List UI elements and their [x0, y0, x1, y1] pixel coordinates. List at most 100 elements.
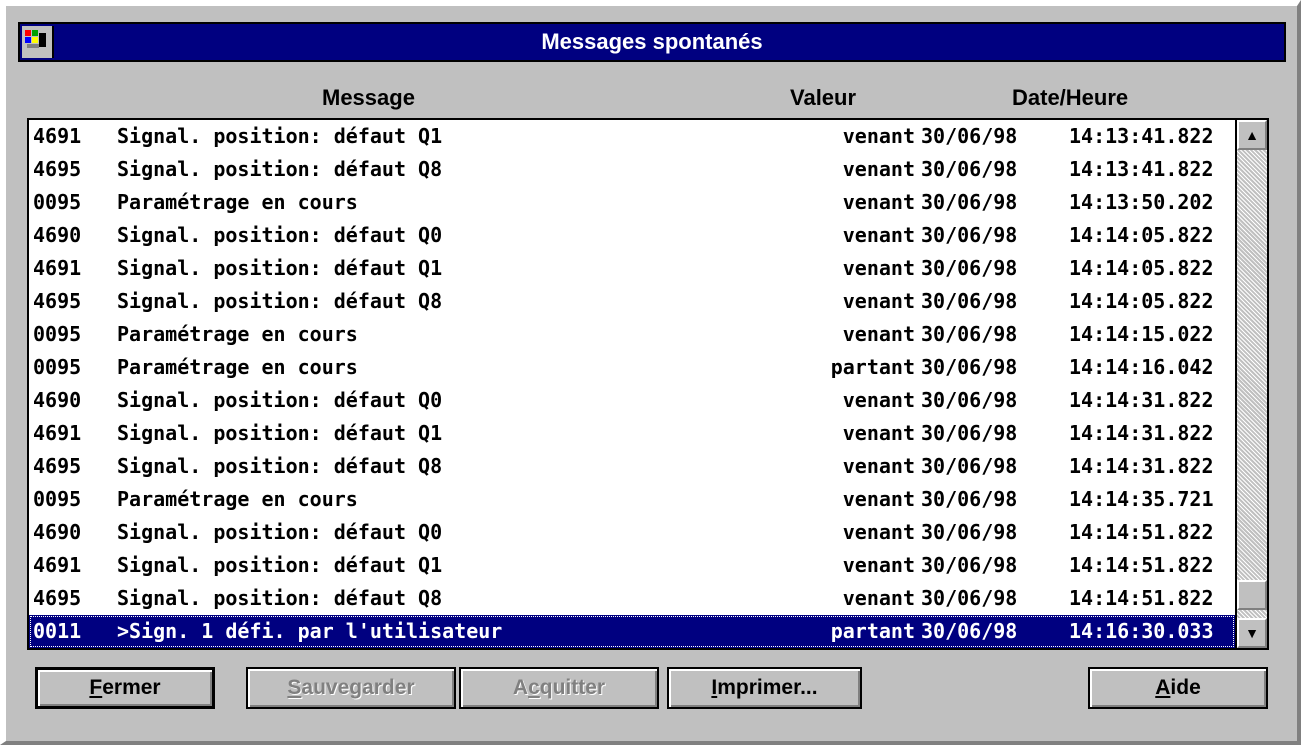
message-date: 30/06/98	[921, 289, 1018, 313]
list-item[interactable]: 4691 Signal. position: défaut Q1 venant 30/…	[29, 417, 1235, 450]
message-text: >Sign. 1 défi. par l'utilisateur	[117, 619, 503, 643]
scroll-thumb[interactable]	[1237, 580, 1267, 610]
message-valeur: venant	[842, 520, 915, 544]
message-text: Signal. position: défaut Q8	[117, 586, 443, 610]
message-valeur: venant	[842, 322, 915, 346]
message-valeur: partant	[830, 619, 915, 643]
message-code: 4695	[33, 586, 82, 610]
list-item[interactable]: 0011 >Sign. 1 défi. par l'utilisateur part…	[29, 615, 1235, 648]
vertical-scrollbar[interactable]: ▲ ▼	[1235, 120, 1267, 648]
imprimer-label: mprimer...	[717, 676, 818, 699]
message-text: Signal. position: défaut Q8	[117, 157, 443, 181]
list-item[interactable]: 4690 Signal. position: défaut Q0 venant 30/…	[29, 516, 1235, 549]
list-item[interactable]: 4691 Signal. position: défaut Q1 venant 30/…	[29, 252, 1235, 285]
message-text: Signal. position: défaut Q0	[117, 388, 443, 412]
message-date: 30/06/98	[921, 553, 1018, 577]
message-time: 14:13:41.822	[1069, 124, 1214, 148]
message-time: 14:14:15.022	[1069, 322, 1214, 346]
message-text: Signal. position: défaut Q8	[117, 289, 443, 313]
list-item[interactable]: 4691 Signal. position: défaut Q1 venant 30/…	[29, 549, 1235, 582]
message-valeur: venant	[842, 586, 915, 610]
message-text: Paramétrage en cours	[117, 322, 358, 346]
message-text: Paramétrage en cours	[117, 190, 358, 214]
column-header-message: Message	[322, 85, 415, 110]
aide-button[interactable]: Aide	[1088, 667, 1268, 709]
message-code: 4695	[33, 454, 82, 478]
list-item[interactable]: 4690 Signal. position: défaut Q0 venant 30/…	[29, 219, 1235, 252]
message-code: 4695	[33, 157, 82, 181]
message-code: 4690	[33, 388, 82, 412]
fermer-label: ermer	[102, 676, 161, 699]
message-date: 30/06/98	[921, 190, 1018, 214]
message-date: 30/06/98	[921, 157, 1018, 181]
message-valeur: partant	[830, 355, 915, 379]
message-code: 4690	[33, 520, 82, 544]
message-date: 30/06/98	[921, 454, 1018, 478]
messages-listbox[interactable]: 4691 Signal. position: défaut Q1 venant 30/…	[27, 118, 1269, 650]
message-valeur: venant	[842, 190, 915, 214]
message-time: 14:14:05.822	[1069, 256, 1214, 280]
message-time: 14:14:51.822	[1069, 520, 1214, 544]
message-date: 30/06/98	[921, 322, 1018, 346]
list-item[interactable]: 4691 Signal. position: défaut Q1 venant 30/…	[29, 120, 1235, 153]
message-code: 4691	[33, 421, 82, 445]
title-bar[interactable]: Messages spontanés	[18, 22, 1286, 62]
column-header-valeur: Valeur	[790, 85, 857, 110]
acquitter-label: quitter	[539, 676, 606, 699]
fermer-button[interactable]: Fermer	[35, 667, 215, 709]
message-date: 30/06/98	[921, 586, 1018, 610]
message-text: Signal. position: défaut Q0	[117, 223, 443, 247]
list-item[interactable]: 4695 Signal. position: défaut Q8 venant 30/…	[29, 153, 1235, 186]
message-code: 4691	[33, 553, 82, 577]
message-valeur: venant	[842, 553, 915, 577]
list-item[interactable]: 0095 Paramétrage en cours venant 30/06/98 14…	[29, 318, 1235, 351]
message-date: 30/06/98	[921, 520, 1018, 544]
message-time: 14:14:05.822	[1069, 223, 1214, 247]
list-item[interactable]: 4690 Signal. position: défaut Q0 venant 30/…	[29, 384, 1235, 417]
message-time: 14:14:31.822	[1069, 454, 1214, 478]
aide-label: ide	[1170, 676, 1201, 699]
acquitter-prefix: A	[512, 676, 529, 699]
message-code: 0011	[33, 619, 82, 643]
imprimer-button[interactable]: Imprimer...	[667, 667, 862, 709]
message-date: 30/06/98	[921, 619, 1018, 643]
acquitter-button[interactable]: Acquitter	[459, 667, 659, 709]
message-date: 30/06/98	[921, 355, 1018, 379]
list-item[interactable]: 0095 Paramétrage en cours venant 30/06/98 14…	[29, 186, 1235, 219]
message-code: 4691	[33, 124, 82, 148]
message-date: 30/06/98	[921, 223, 1018, 247]
scroll-down-icon[interactable]: ▼	[1237, 618, 1267, 648]
message-code: 4690	[33, 223, 82, 247]
scroll-up-icon[interactable]: ▲	[1237, 120, 1267, 150]
column-header-date-heure: Date/Heure	[1012, 85, 1129, 110]
message-code: 4695	[33, 289, 82, 313]
list-item[interactable]: 0095 Paramétrage en cours partant 30/06/98 1…	[29, 351, 1235, 384]
window-title: Messages spontanés	[541, 29, 763, 54]
message-valeur: venant	[842, 388, 915, 412]
message-code: 4691	[33, 256, 82, 280]
message-valeur: venant	[842, 487, 915, 511]
message-time: 14:14:31.822	[1069, 388, 1214, 412]
message-time: 14:14:16.042	[1069, 355, 1214, 379]
message-valeur: venant	[842, 124, 915, 148]
list-item[interactable]: 0095 Paramétrage en cours venant 30/06/98 14…	[29, 483, 1235, 516]
message-valeur: venant	[842, 454, 915, 478]
message-code: 0095	[33, 322, 82, 346]
message-time: 14:14:31.822	[1069, 421, 1214, 445]
message-time: 14:13:41.822	[1069, 157, 1214, 181]
message-date: 30/06/98	[921, 388, 1018, 412]
message-valeur: venant	[842, 157, 915, 181]
sauvegarder-button[interactable]: Sauvegarder	[246, 667, 456, 709]
list-item[interactable]: 4695 Signal. position: défaut Q8 venant 30/…	[29, 450, 1235, 483]
message-text: Signal. position: défaut Q1	[117, 256, 443, 280]
message-text: Signal. position: défaut Q8	[117, 454, 443, 478]
messages-list: 4691 Signal. position: défaut Q1 venant 30/…	[29, 120, 1235, 648]
message-valeur: venant	[842, 256, 915, 280]
sauvegarder-label: auvegarder	[301, 676, 415, 699]
message-date: 30/06/98	[921, 256, 1018, 280]
message-time: 14:14:05.822	[1069, 289, 1214, 313]
list-item[interactable]: 4695 Signal. position: défaut Q8 venant 30/…	[29, 582, 1235, 615]
message-code: 0095	[33, 355, 82, 379]
message-text: Paramétrage en cours	[117, 355, 358, 379]
list-item[interactable]: 4695 Signal. position: défaut Q8 venant 30/…	[29, 285, 1235, 318]
